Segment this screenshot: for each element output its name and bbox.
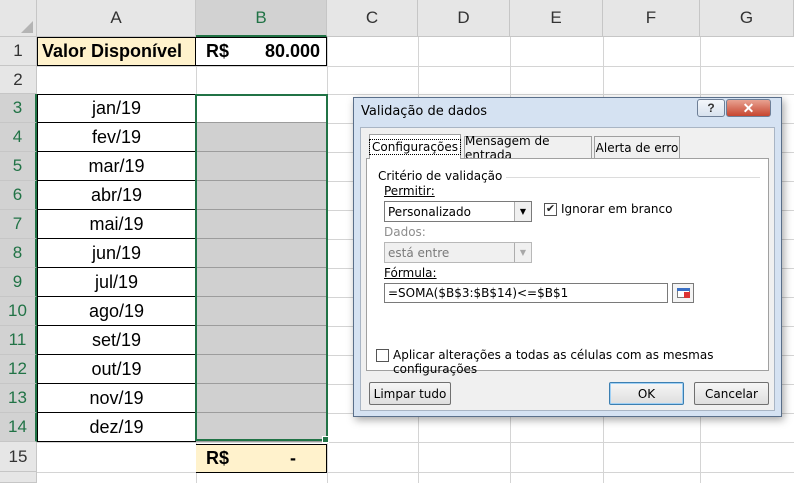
apply-all-checkbox[interactable] [376, 349, 389, 362]
data-value: está entre [388, 245, 450, 260]
row-header-2[interactable]: 2 [0, 66, 37, 94]
gridline [327, 37, 328, 483]
ignore-blank-checkbox[interactable]: ✔ [544, 203, 557, 216]
close-button[interactable]: ✕ [726, 99, 771, 117]
formula-label-text: Fórmula: [384, 266, 437, 280]
cell-a7[interactable]: mai/19 [37, 210, 196, 239]
formula-input[interactable]: =SOMA($B$3:$B$14)<=$B$1 [384, 283, 668, 303]
column-header-d[interactable]: D [418, 0, 510, 37]
data-label: Dados: [384, 225, 426, 239]
range-select-icon-marker [684, 292, 690, 298]
gridline [37, 66, 794, 67]
row-header-14[interactable]: 14 [0, 413, 37, 442]
cell-a14[interactable]: dez/19 [37, 413, 196, 442]
dialog-title: Validação de dados [361, 104, 488, 119]
cell-b15[interactable]: R$ - [196, 444, 327, 473]
cell-a5[interactable]: mar/19 [37, 152, 196, 181]
help-button[interactable]: ? [697, 99, 725, 117]
cell-b4[interactable] [196, 123, 327, 152]
row-header-8[interactable]: 8 [0, 239, 37, 268]
tab-label: Configurações [369, 139, 461, 155]
range-select-icon-bar [677, 288, 690, 291]
formula-label: Fórmula: [384, 266, 437, 280]
ignore-blank-label: Ignorar em branco [561, 202, 673, 216]
available-value: 80.000 [264, 41, 320, 61]
column-header-e[interactable]: E [510, 0, 603, 37]
column-header-c[interactable]: C [327, 0, 418, 37]
available-value-label: Valor Disponível [42, 41, 183, 61]
cell-b13[interactable] [196, 384, 327, 413]
row-header-9[interactable]: 9 [0, 268, 37, 297]
column-header-f[interactable]: F [603, 0, 700, 37]
cell-a11[interactable]: set/19 [37, 326, 196, 355]
dialog-body: Configurações Mensagem de entrada Alerta… [360, 127, 775, 411]
cell-a9[interactable]: jul/19 [37, 268, 196, 297]
row-header-16[interactable] [0, 472, 37, 483]
cell-b7[interactable] [196, 210, 327, 239]
data-validation-dialog: Validação de dados ? ✕ Configurações Men… [353, 97, 782, 417]
currency-symbol: R$ [206, 41, 230, 61]
cell-b8[interactable] [196, 239, 327, 268]
ok-button[interactable]: OK [609, 382, 684, 405]
group-divider [485, 177, 760, 178]
cell-b12[interactable] [196, 355, 327, 384]
row-header-15[interactable]: 15 [0, 442, 37, 472]
cell-a12[interactable]: out/19 [37, 355, 196, 384]
cell-a6[interactable]: abr/19 [37, 181, 196, 210]
row-header-11[interactable]: 11 [0, 326, 37, 355]
apply-all-label: Aplicar alterações a todas as células co… [393, 348, 714, 376]
cell-b5[interactable] [196, 152, 327, 181]
cell-a10[interactable]: ago/19 [37, 297, 196, 326]
total-value: - [290, 448, 296, 468]
tab-configuracoes[interactable]: Configurações [369, 134, 461, 159]
row-header-5[interactable]: 5 [0, 152, 37, 181]
criteria-group-label: Critério de validação [378, 169, 507, 183]
row-header-4[interactable]: 4 [0, 123, 37, 152]
select-all-icon [21, 21, 33, 33]
row-header-7[interactable]: 7 [0, 210, 37, 239]
cell-b9[interactable] [196, 268, 327, 297]
row-header-3[interactable]: 3 [0, 94, 37, 123]
tab-mensagem-de-entrada[interactable]: Mensagem de entrada [464, 134, 592, 162]
cell-b10[interactable] [196, 297, 327, 326]
cell-a13[interactable]: nov/19 [37, 384, 196, 413]
column-header-a[interactable]: A [37, 0, 196, 37]
gridline [37, 442, 794, 443]
select-all-corner[interactable] [0, 0, 37, 37]
allow-select[interactable]: Personalizado ▼ [384, 201, 532, 222]
range-select-button[interactable] [672, 283, 694, 303]
chevron-down-icon: ▼ [514, 243, 531, 262]
row-header-1[interactable]: 1 [0, 37, 37, 66]
allow-value: Personalizado [388, 204, 471, 219]
cell-a3[interactable]: jan/19 [37, 94, 196, 123]
cell-a4[interactable]: fev/19 [37, 123, 196, 152]
fill-handle[interactable] [322, 436, 329, 443]
cell-b6[interactable] [196, 181, 327, 210]
row-header-6[interactable]: 6 [0, 181, 37, 210]
allow-label-text: Permitir: [384, 184, 435, 198]
cell-b14[interactable] [196, 413, 327, 442]
cell-a8[interactable]: jun/19 [37, 239, 196, 268]
row-header-13[interactable]: 13 [0, 384, 37, 413]
cell-b3[interactable] [196, 94, 327, 123]
help-icon: ? [707, 101, 715, 115]
checkmark-icon: ✔ [545, 203, 556, 215]
column-header-g[interactable]: G [700, 0, 794, 37]
settings-panel: Critério de validação Permitir: Personal… [366, 158, 769, 376]
cell-b1[interactable]: R$ 80.000 [196, 37, 327, 66]
column-header-b[interactable]: B [196, 0, 327, 37]
row-header-10[interactable]: 10 [0, 297, 37, 326]
clear-all-button[interactable]: Limpar tudo [369, 382, 451, 405]
close-icon: ✕ [742, 99, 755, 116]
row-header-12[interactable]: 12 [0, 355, 37, 384]
data-select[interactable]: está entre ▼ [384, 242, 532, 263]
cell-b11[interactable] [196, 326, 327, 355]
tab-alerta-de-erro[interactable]: Alerta de erro [594, 136, 680, 158]
allow-label: Permitir: [384, 184, 435, 198]
chevron-down-icon: ▼ [514, 202, 531, 221]
gridline [37, 472, 794, 473]
cancel-button[interactable]: Cancelar [694, 382, 769, 405]
currency-symbol: R$ [206, 448, 230, 468]
cell-a1[interactable]: Valor Disponível [37, 37, 196, 66]
